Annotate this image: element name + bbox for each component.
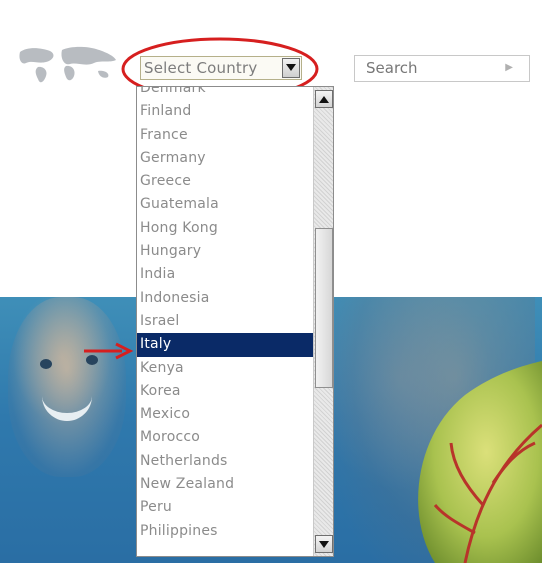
country-option-morocco[interactable]: Morocco — [137, 426, 313, 449]
leaf-image — [418, 361, 542, 563]
scroll-down-button[interactable] — [315, 535, 333, 553]
scroll-thumb[interactable] — [315, 228, 333, 388]
country-option-philippines[interactable]: Philippines — [137, 520, 313, 543]
country-option-hong-kong[interactable]: Hong Kong — [137, 217, 313, 240]
country-option-korea[interactable]: Korea — [137, 380, 313, 403]
country-option-indonesia[interactable]: Indonesia — [137, 287, 313, 310]
country-options: Denmark Finland France Germany Greece Guatema… — [137, 87, 313, 543]
country-option-new-zealand[interactable]: New Zealand — [137, 473, 313, 496]
country-option-hungary[interactable]: Hungary — [137, 240, 313, 263]
search-label: Search — [366, 59, 418, 77]
country-option-germany[interactable]: Germany — [137, 147, 313, 170]
country-option-denmark[interactable]: Denmark — [137, 87, 313, 100]
caret-right-icon: ▶ — [505, 62, 513, 73]
country-option-guatemala[interactable]: Guatemala — [137, 193, 313, 216]
world-map-icon — [19, 46, 116, 83]
country-option-greece[interactable]: Greece — [137, 170, 313, 193]
country-option-kenya[interactable]: Kenya — [137, 357, 313, 380]
banner-photo-child — [8, 297, 126, 477]
country-dropdown-list[interactable]: Denmark Finland France Germany Greece Guatema… — [136, 86, 334, 557]
red-arrow-icon — [84, 342, 134, 360]
country-option-mexico[interactable]: Mexico — [137, 403, 313, 426]
triangle-up-icon — [319, 96, 329, 103]
scroll-up-button[interactable] — [315, 90, 333, 108]
country-option-italy[interactable]: Italy — [137, 333, 313, 357]
country-option-peru[interactable]: Peru — [137, 496, 313, 519]
search-button[interactable]: Search ▶ — [354, 55, 530, 82]
country-option-india[interactable]: India — [137, 263, 313, 286]
country-option-israel[interactable]: Israel — [137, 310, 313, 333]
country-option-france[interactable]: France — [137, 124, 313, 147]
country-option-netherlands[interactable]: Netherlands — [137, 450, 313, 473]
triangle-down-icon — [319, 541, 329, 548]
dropdown-scrollbar[interactable] — [313, 87, 333, 556]
country-option-finland[interactable]: Finland — [137, 100, 313, 123]
